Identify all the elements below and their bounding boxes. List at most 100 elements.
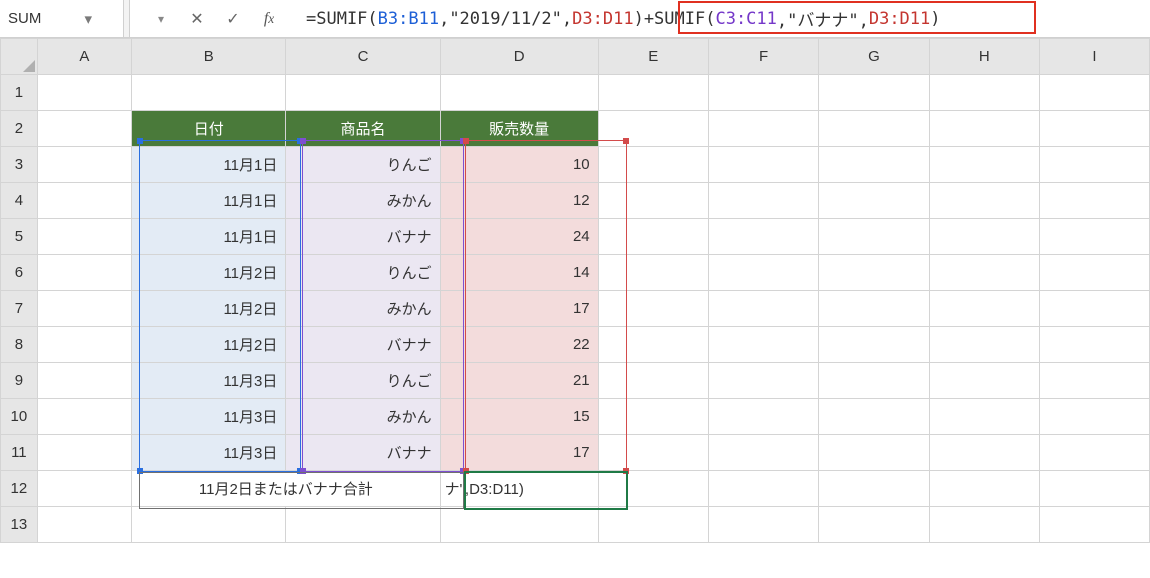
cell[interactable] — [819, 363, 929, 399]
cell[interactable] — [1040, 291, 1150, 327]
cell[interactable] — [819, 219, 929, 255]
cell[interactable] — [929, 75, 1039, 111]
col-head-h[interactable]: H — [929, 39, 1039, 75]
cell[interactable] — [708, 435, 818, 471]
cell-product[interactable]: バナナ — [286, 327, 440, 363]
cell-product[interactable]: みかん — [286, 183, 440, 219]
cell[interactable] — [1040, 147, 1150, 183]
name-box[interactable]: SUM ▾ — [0, 0, 124, 37]
grid[interactable]: A B C D E F G H I 1 2 日付 商品名 販売数量 3 11月1… — [0, 38, 1150, 543]
cell[interactable] — [598, 507, 708, 543]
cell[interactable] — [708, 327, 818, 363]
cell[interactable] — [598, 75, 708, 111]
cell[interactable] — [598, 183, 708, 219]
cell-qty[interactable]: 22 — [440, 327, 598, 363]
cell[interactable] — [1040, 399, 1150, 435]
cell[interactable] — [819, 399, 929, 435]
cell-qty[interactable]: 17 — [440, 435, 598, 471]
cell[interactable] — [708, 75, 818, 111]
cell[interactable] — [929, 399, 1039, 435]
cell[interactable] — [819, 147, 929, 183]
table-header-qty[interactable]: 販売数量 — [440, 111, 598, 147]
cell-qty[interactable]: 24 — [440, 219, 598, 255]
cell[interactable] — [929, 435, 1039, 471]
cell-date[interactable]: 11月2日 — [132, 327, 286, 363]
formula-input[interactable]: =SUMIF(B3:B11,"2019/11/2",D3:D11)+SUMIF(… — [290, 0, 1150, 37]
cell[interactable] — [1040, 255, 1150, 291]
cell-date[interactable]: 11月1日 — [132, 147, 286, 183]
cell[interactable] — [598, 435, 708, 471]
cell-product[interactable]: りんご — [286, 363, 440, 399]
cell[interactable] — [708, 471, 818, 507]
cell[interactable] — [929, 471, 1039, 507]
cell[interactable] — [37, 507, 131, 543]
cell[interactable] — [1040, 75, 1150, 111]
cell-product[interactable]: りんご — [286, 147, 440, 183]
cell[interactable] — [819, 75, 929, 111]
cell[interactable] — [440, 75, 598, 111]
cell-product[interactable]: バナナ — [286, 435, 440, 471]
cell[interactable] — [598, 255, 708, 291]
cell[interactable] — [37, 435, 131, 471]
cell[interactable] — [708, 183, 818, 219]
formula-expand-icon[interactable]: ▾ — [150, 12, 172, 26]
cell-qty[interactable]: 17 — [440, 291, 598, 327]
cell[interactable] — [708, 111, 818, 147]
cell[interactable] — [929, 111, 1039, 147]
cell-date[interactable]: 11月1日 — [132, 219, 286, 255]
cell[interactable] — [37, 255, 131, 291]
cell[interactable] — [1040, 435, 1150, 471]
cell[interactable] — [37, 75, 131, 111]
cell[interactable] — [929, 363, 1039, 399]
cell[interactable] — [37, 327, 131, 363]
row-head[interactable]: 4 — [1, 183, 38, 219]
col-head-c[interactable]: C — [286, 39, 440, 75]
editing-cell[interactable]: ナ",D3:D11) — [440, 471, 598, 507]
row-head[interactable]: 1 — [1, 75, 38, 111]
cell-qty[interactable]: 21 — [440, 363, 598, 399]
cell-date[interactable]: 11月2日 — [132, 291, 286, 327]
cell[interactable] — [819, 327, 929, 363]
cell-date[interactable]: 11月1日 — [132, 183, 286, 219]
col-head-i[interactable]: I — [1040, 39, 1150, 75]
cell[interactable] — [708, 363, 818, 399]
col-head-g[interactable]: G — [819, 39, 929, 75]
cell[interactable] — [598, 291, 708, 327]
cell-product[interactable]: バナナ — [286, 219, 440, 255]
cell[interactable] — [598, 327, 708, 363]
row-head[interactable]: 5 — [1, 219, 38, 255]
row-head[interactable]: 12 — [1, 471, 38, 507]
cell[interactable] — [37, 399, 131, 435]
row-head[interactable]: 10 — [1, 399, 38, 435]
cell[interactable] — [598, 399, 708, 435]
cell[interactable] — [929, 219, 1039, 255]
cell[interactable] — [929, 327, 1039, 363]
cell[interactable] — [1040, 507, 1150, 543]
col-head-b[interactable]: B — [132, 39, 286, 75]
name-box-dropdown-icon[interactable]: ▾ — [62, 10, 116, 28]
cell[interactable] — [819, 435, 929, 471]
cell[interactable] — [819, 255, 929, 291]
cell[interactable] — [708, 291, 818, 327]
cell[interactable] — [708, 507, 818, 543]
cell[interactable] — [1040, 471, 1150, 507]
cell[interactable] — [132, 75, 286, 111]
row-head[interactable]: 7 — [1, 291, 38, 327]
cell[interactable] — [708, 147, 818, 183]
cell[interactable] — [598, 219, 708, 255]
cell-date[interactable]: 11月2日 — [132, 255, 286, 291]
cell[interactable] — [440, 507, 598, 543]
cell[interactable] — [37, 363, 131, 399]
select-all-corner[interactable] — [1, 39, 38, 75]
cell[interactable] — [1040, 219, 1150, 255]
insert-function-button[interactable]: fx — [258, 10, 280, 28]
cell[interactable] — [708, 255, 818, 291]
cell[interactable] — [929, 291, 1039, 327]
cell-date[interactable]: 11月3日 — [132, 435, 286, 471]
col-head-e[interactable]: E — [598, 39, 708, 75]
row-head[interactable]: 3 — [1, 147, 38, 183]
table-header-date[interactable]: 日付 — [132, 111, 286, 147]
cell-date[interactable]: 11月3日 — [132, 363, 286, 399]
cell[interactable] — [37, 147, 131, 183]
cell[interactable] — [929, 147, 1039, 183]
